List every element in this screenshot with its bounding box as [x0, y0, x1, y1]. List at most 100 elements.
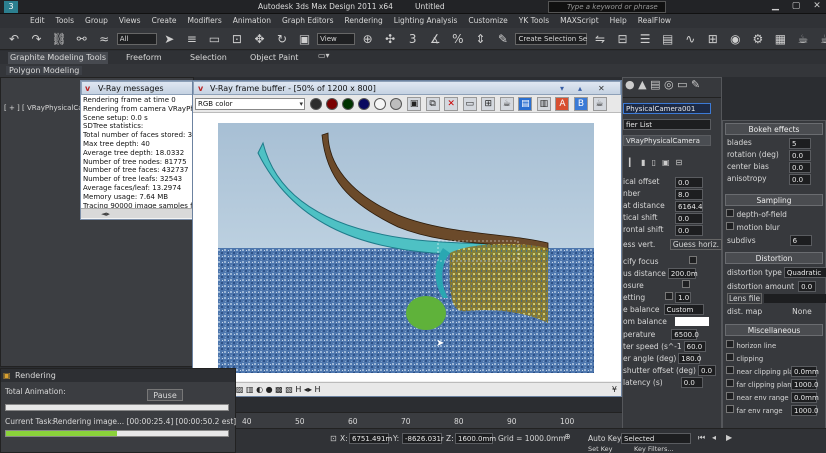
maximize-icon[interactable]: ▢: [792, 1, 801, 11]
misc-checkbox[interactable]: [726, 366, 734, 374]
snap-icon[interactable]: 3: [405, 31, 421, 47]
minimize-icon[interactable]: ▁: [772, 1, 779, 11]
menu-item-rendering[interactable]: Rendering: [344, 16, 382, 25]
copy-icon[interactable]: ⧉: [425, 97, 440, 111]
menu-item-tools[interactable]: Tools: [56, 16, 74, 25]
channel-swatch-icon[interactable]: [341, 98, 354, 110]
menu-item-edit[interactable]: Edit: [30, 16, 45, 25]
lut-toggle-icon[interactable]: H: [315, 385, 321, 394]
custom-balance-swatch[interactable]: [674, 317, 709, 326]
camera-param-field[interactable]: 8.0: [675, 189, 703, 200]
exposure-icon[interactable]: ●: [266, 385, 273, 394]
show-end-icon[interactable]: ▮: [641, 158, 651, 167]
rotate-icon[interactable]: ↻: [274, 31, 290, 47]
graphite-icon[interactable]: ▤: [660, 31, 676, 47]
key-filters-button[interactable]: Key Filters...: [634, 445, 674, 453]
menu-item-lighting-analysis[interactable]: Lighting Analysis: [394, 16, 458, 25]
object-name-field[interactable]: PhysicalCamera001: [623, 103, 711, 114]
rendered-frame-icon[interactable]: ▦: [772, 31, 788, 47]
bokeh-field[interactable]: 0.0: [789, 150, 811, 161]
modifier-stack-item[interactable]: VRayPhysicalCamera: [623, 135, 711, 146]
dof-checkbox[interactable]: [726, 209, 734, 217]
misc-checkbox[interactable]: [726, 353, 734, 361]
select-by-name-icon[interactable]: ≡: [184, 31, 200, 47]
clear-icon[interactable]: ✕: [444, 97, 459, 111]
undo-icon[interactable]: ↶: [6, 31, 22, 47]
frame-buffer-titlebar[interactable]: v V-Ray frame buffer - [50% of 1200 x 80…: [193, 81, 621, 95]
selection-set-dropdown[interactable]: Create Selection Se: [515, 33, 588, 45]
channel-swatch-icon[interactable]: [325, 98, 338, 110]
bokeh-field[interactable]: 0.0: [789, 174, 811, 185]
layer-icon[interactable]: ☰: [637, 31, 653, 47]
latency-field[interactable]: 0.0: [680, 377, 703, 388]
misc-field[interactable]: 1000.0: [791, 379, 819, 390]
levels-icon[interactable]: ▥: [246, 385, 254, 394]
render-production-icon[interactable]: ☕: [818, 31, 826, 47]
background-icon[interactable]: ▩: [275, 385, 283, 394]
exposure-checkbox[interactable]: [681, 280, 690, 288]
specify-focus-checkbox[interactable]: [688, 256, 697, 264]
misc-checkbox[interactable]: [726, 340, 734, 348]
ribbon-options-icon[interactable]: ▭▾: [318, 51, 330, 60]
close-icon[interactable]: ✕: [813, 1, 821, 11]
region-render-icon[interactable]: ⊞: [481, 97, 496, 111]
scale-icon[interactable]: ▣: [297, 31, 313, 47]
expand-icon[interactable]: ▴: [578, 82, 582, 96]
vray-messages-titlebar[interactable]: v V-Ray messages: [81, 81, 194, 95]
lens-file-field[interactable]: [764, 294, 826, 303]
create-tab-icon[interactable]: ●: [625, 78, 635, 91]
h-icon[interactable]: H: [295, 385, 301, 394]
add-time-tag-icon[interactable]: ⊕: [564, 432, 571, 441]
camera-param-field[interactable]: 0.0: [675, 213, 703, 224]
bokeh-field[interactable]: 0.0: [789, 162, 811, 173]
dist-map-button[interactable]: None: [792, 307, 812, 316]
z-coordinate-field[interactable]: 1600.0mm: [455, 433, 496, 444]
filter-dropdown[interactable]: All: [116, 33, 157, 45]
menu-item-yk-tools[interactable]: YK Tools: [519, 16, 549, 25]
x-coordinate-field[interactable]: 6751.491m: [349, 433, 392, 444]
utilities-tab-icon[interactable]: ✎: [691, 78, 700, 91]
schematic-icon[interactable]: ⊞: [705, 31, 721, 47]
ribbon-tab-graphite[interactable]: Graphite Modeling Tools: [8, 52, 108, 64]
manipulate-icon[interactable]: ✣: [382, 31, 398, 47]
lens-file-button[interactable]: Lens file: [727, 293, 763, 304]
edit-named-sets-icon[interactable]: ✎: [495, 31, 511, 47]
correction-icon[interactable]: A: [555, 97, 570, 111]
pixel-info-icon[interactable]: ◂▸: [304, 385, 312, 394]
link-icon[interactable]: ▤: [518, 97, 533, 111]
menu-item-help[interactable]: Help: [610, 16, 627, 25]
shutter-offset-field[interactable]: 0.0: [697, 365, 716, 376]
percent-snap-icon[interactable]: %: [450, 31, 466, 47]
goto-start-icon[interactable]: ⏮: [698, 433, 705, 443]
vignetting-field[interactable]: 1.0: [675, 292, 692, 303]
unlink-icon[interactable]: ⚯: [74, 31, 90, 47]
display-tab-icon[interactable]: ▭: [677, 78, 687, 91]
ribbon-tab-selection[interactable]: Selection: [190, 52, 227, 64]
track-mouse-icon[interactable]: ▭: [462, 97, 477, 111]
spinner-snap-icon[interactable]: ⇕: [472, 31, 488, 47]
material-editor-icon[interactable]: ◉: [727, 31, 743, 47]
camera-param-field[interactable]: 0.0: [675, 225, 703, 236]
search-box[interactable]: Type a keyword or phrase: [548, 1, 666, 13]
channel-swatch-icon[interactable]: [373, 98, 386, 110]
vray-messages-scrollbar[interactable]: ◄▸: [81, 208, 194, 218]
channel-swatch-icon[interactable]: [389, 98, 402, 110]
menu-item-modifiers[interactable]: Modifiers: [188, 16, 222, 25]
ribbon-tab-freeform[interactable]: Freeform: [126, 52, 162, 64]
pause-button[interactable]: Pause: [147, 389, 183, 401]
render-icon[interactable]: ☕: [795, 31, 811, 47]
menu-item-views[interactable]: Views: [119, 16, 141, 25]
window-crossing-icon[interactable]: ⊡: [229, 31, 245, 47]
histogram-icon[interactable]: ▧: [285, 385, 293, 394]
channel-swatch-icon[interactable]: [309, 98, 322, 110]
channel-dropdown[interactable]: RGB color ▾: [195, 98, 305, 110]
bokeh-header[interactable]: Bokeh effects: [725, 123, 823, 135]
distortion-amount-field[interactable]: 0.0: [798, 281, 817, 292]
hierarchy-tab-icon[interactable]: ▤: [650, 78, 660, 91]
app-logo-icon[interactable]: 3: [4, 1, 18, 13]
pin-stack-icon[interactable]: ▎: [629, 158, 641, 167]
render-setup-icon[interactable]: ⚙: [750, 31, 766, 47]
shutter-angle-field[interactable]: 180.0: [678, 353, 701, 364]
pivot-icon[interactable]: ⊕: [360, 31, 376, 47]
misc-field[interactable]: 0.0mm: [791, 366, 819, 377]
